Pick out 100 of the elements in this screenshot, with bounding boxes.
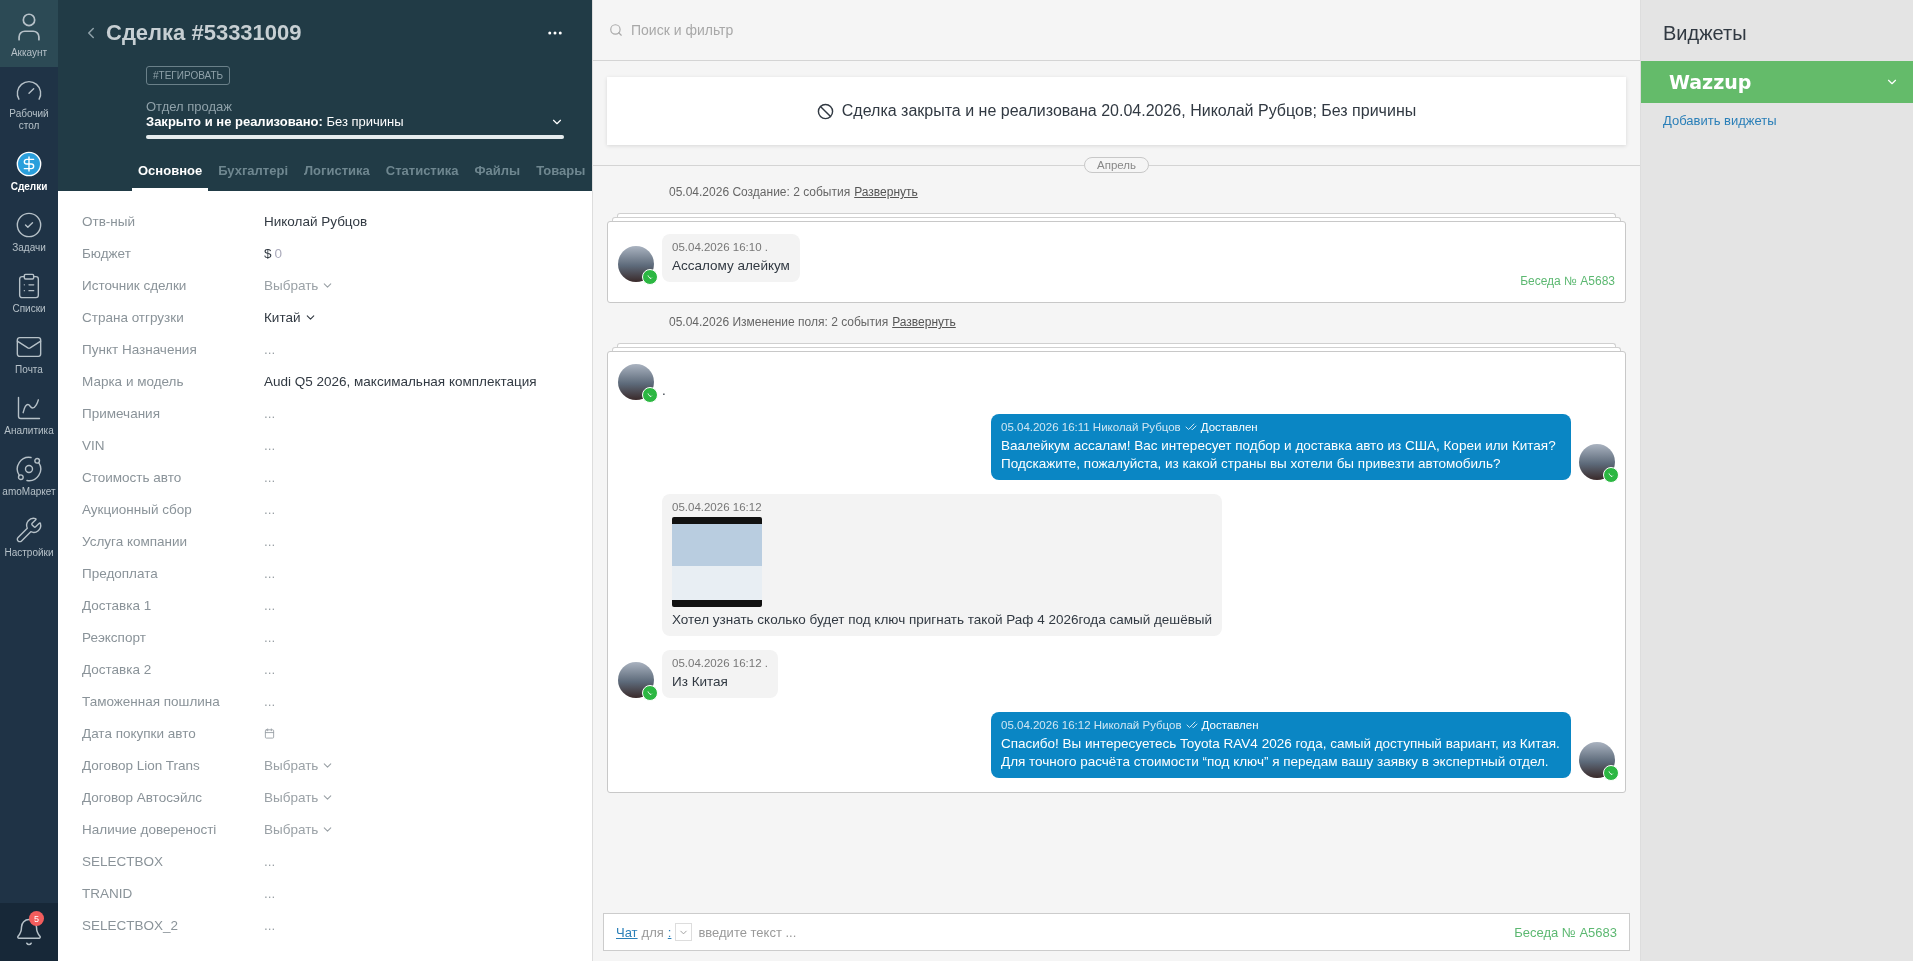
field-label: SELECTBOX <box>82 853 165 869</box>
field-label: Таможенная пошлина <box>82 693 221 709</box>
message-text: Спасибо! Вы интересуетесь Toyota RAV4 2026 года, самый доступный вариант, из Китая. Для точного расчёта стоимости “под ключ” я передам вашу заявку в экспертный отдел. <box>1001 735 1561 771</box>
message-text: . <box>662 382 666 400</box>
widget-header[interactable]: Wazzup <box>1641 61 1913 103</box>
field-label: Договор Lion Trans <box>82 757 201 773</box>
conversation-label: Беседа № A5683 <box>1520 274 1615 288</box>
checkmark-icon <box>15 211 43 239</box>
tab[interactable]: Статистика <box>379 157 465 191</box>
closed-icon <box>816 102 834 120</box>
message-meta: 05.04.2026 16:12 Николай Рубцов Доставлен <box>1001 719 1260 731</box>
tab[interactable]: Логистика <box>298 157 376 191</box>
nav-item[interactable]: Аналитика <box>0 384 58 445</box>
field-label: VIN <box>82 437 106 453</box>
nav-item[interactable]: Сделки <box>0 140 58 201</box>
double-check-icon <box>1185 719 1198 731</box>
event-summary: 05.04.2026 Создание: 2 события <box>669 185 851 199</box>
deal-status[interactable]: Закрыто и не реализовано: Без причины <box>146 114 550 129</box>
select-field[interactable]: Выбрать <box>264 789 335 805</box>
expand-link[interactable]: Развернуть <box>892 315 956 329</box>
field-value[interactable]: $ 0 <box>264 245 283 261</box>
message-meta: 05.04.2026 16:12 . <box>672 657 768 669</box>
orbit-icon <box>15 455 43 483</box>
select-field[interactable]: Китай <box>264 309 317 325</box>
field-value[interactable]: ... <box>264 661 276 677</box>
field-value[interactable]: Николай Рубцов <box>264 213 368 229</box>
pipeline-name: Отдел продаж <box>146 99 233 114</box>
tag-button[interactable]: #ТЕГИРОВАТЬ <box>146 66 231 85</box>
field-label: Бюджет <box>82 245 132 261</box>
field-value[interactable]: ... <box>264 501 276 517</box>
field-value[interactable]: ... <box>264 853 276 869</box>
field-value[interactable]: ... <box>264 917 276 933</box>
message-text: Ассалому алейкум <box>672 257 790 275</box>
field-value[interactable]: ... <box>264 597 276 613</box>
message-meta: 05.04.2026 16:10 . <box>672 241 769 253</box>
nav-item[interactable]: amoМаркет <box>0 445 58 506</box>
nav-item[interactable]: Почта <box>0 323 58 384</box>
field-label: Отв-ный <box>82 213 137 229</box>
select-field[interactable]: Выбрать <box>264 757 335 773</box>
double-check-icon <box>1184 421 1197 433</box>
nav-item[interactable]: Списки <box>0 262 58 323</box>
expand-link[interactable]: Развернуть <box>854 185 918 199</box>
dollar-icon <box>15 150 43 178</box>
field-value[interactable]: ... <box>264 885 276 901</box>
field-value[interactable]: Audi Q5 2026, максимальная комплектация <box>264 373 537 389</box>
field-value[interactable]: ... <box>264 693 276 709</box>
whatsapp-icon <box>642 685 658 701</box>
for-label: для <box>641 924 664 940</box>
event-summary: 05.04.2026 Изменение поля: 2 события <box>669 315 889 329</box>
tab[interactable]: Товары <box>530 157 592 191</box>
message-text: Из Китая <box>672 673 729 691</box>
field-value[interactable]: ... <box>264 565 276 581</box>
notifications-button[interactable]: 5 <box>0 903 58 961</box>
field-label: Услуга компании <box>82 533 189 549</box>
field-label: Доставка 2 <box>82 661 153 677</box>
field-value[interactable]: ... <box>264 341 276 357</box>
tab[interactable]: Основное <box>132 157 209 191</box>
field-value[interactable]: ... <box>264 437 276 453</box>
recipient-link[interactable]: : <box>667 924 672 940</box>
chat-link[interactable]: Чат <box>616 924 638 940</box>
nav-item[interactable]: Настройки <box>0 506 58 567</box>
whatsapp-icon <box>642 269 658 285</box>
wrench-icon <box>15 516 43 544</box>
add-widgets-link[interactable]: Добавить виджеты <box>1641 103 1913 138</box>
message-meta: 05.04.2026 16:12 <box>672 501 763 513</box>
select-field[interactable]: Выбрать <box>264 821 335 837</box>
field-label: Реэкспорт <box>82 629 147 645</box>
field-value[interactable]: ... <box>264 469 276 485</box>
message-field[interactable]: Чат для : введите текст ... Беседа № A5683 <box>603 913 1630 951</box>
field-label: Наличие довереності <box>82 821 218 837</box>
message-meta: 05.04.2026 16:11 Николай Рубцов Доставлен <box>1001 421 1259 433</box>
conversation-label: Беседа № A5683 <box>1514 924 1617 940</box>
field-value[interactable]: ... <box>264 533 276 549</box>
field-value[interactable]: ... <box>264 405 276 421</box>
field-label: SELECTBOX_2 <box>82 917 180 933</box>
field-label: Примечания <box>82 405 161 421</box>
search-field[interactable]: Поиск и фильтр <box>629 21 933 39</box>
message-text: Ваалейкум ассалам! Вас интересует подбор и доставка авто из США, Кореи или Китая? Подскажите, пожалуйста, из какой страны вы хотели бы привезти автомобиль? <box>1001 437 1557 473</box>
field-label: Марка и модель <box>82 373 185 389</box>
nav-item[interactable]: Рабочий стол <box>0 67 58 140</box>
photo-placeholder[interactable] <box>672 517 762 607</box>
field-value[interactable]: ... <box>264 629 276 645</box>
search-icon <box>609 23 623 37</box>
select-field[interactable]: Выбрать <box>264 277 335 293</box>
field-label: Дата покупки авто <box>82 725 197 741</box>
chart-icon <box>15 394 43 422</box>
widgets-title: Виджеты <box>1662 21 1748 46</box>
nav-item[interactable]: Задачи <box>0 201 58 262</box>
nav-item[interactable]: Аккаунт <box>0 0 58 67</box>
tab[interactable]: Бухгалтері <box>212 157 294 191</box>
field-label: Доставка 1 <box>82 597 153 613</box>
deal-title: Сделка #53331009 <box>106 20 303 46</box>
message-text: Хотел узнать сколько будет под ключ пригнать такой Раф 4 2026года самый дешёвый <box>672 611 1213 629</box>
notification-count: 5 <box>29 911 44 926</box>
whatsapp-icon <box>1603 467 1619 483</box>
field-label: Источник сделки <box>82 277 188 293</box>
field-label: TRANID <box>82 885 134 901</box>
tab[interactable]: Файлы <box>468 157 527 191</box>
closed-banner-text: Сделка закрыта и не реализована 20.04.2026, Николай Рубцов; Без причины <box>841 102 1417 120</box>
whatsapp-icon <box>642 387 658 403</box>
